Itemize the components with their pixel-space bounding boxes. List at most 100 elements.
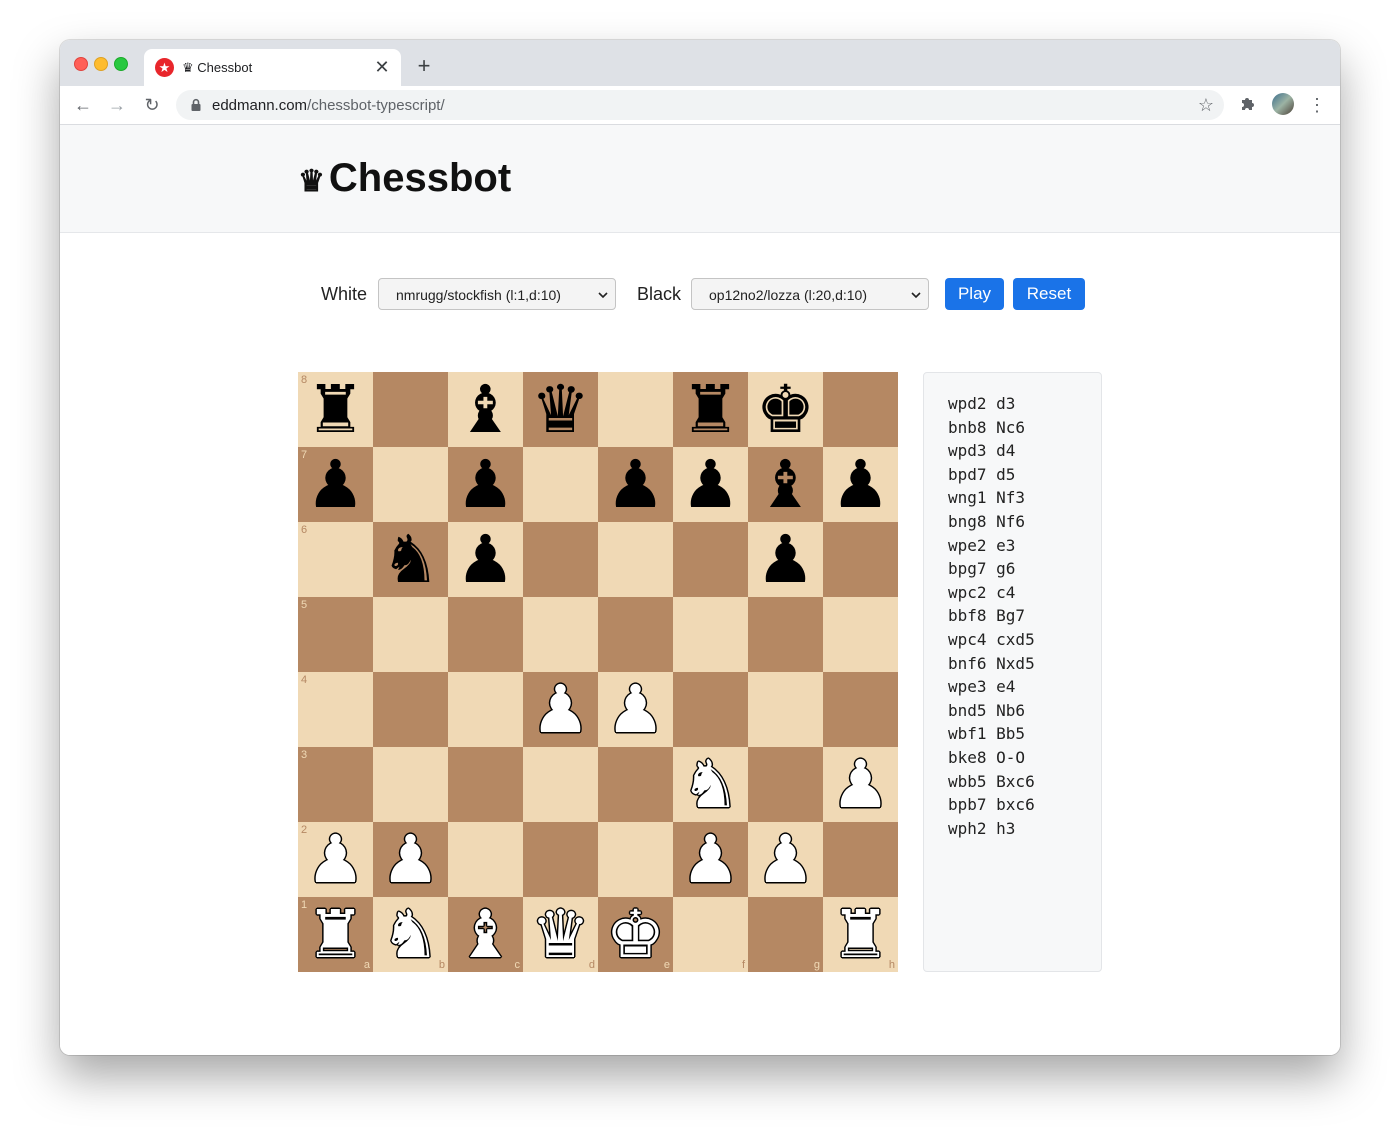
extensions-puzzle-icon[interactable] <box>1238 94 1258 114</box>
square-c1[interactable]: ♝︎ c <box>448 897 523 972</box>
square-d7[interactable] <box>523 447 598 522</box>
white-queen-icon[interactable]: ♛︎ <box>523 897 598 972</box>
black-queen-icon[interactable]: ♛︎ <box>523 372 598 447</box>
square-h8[interactable] <box>823 372 898 447</box>
white-rook-icon[interactable]: ♜︎ <box>823 897 898 972</box>
square-f3[interactable]: ♞︎ <box>673 747 748 822</box>
square-b4[interactable] <box>373 672 448 747</box>
black-knight-icon[interactable]: ♞︎ <box>373 522 448 597</box>
square-d2[interactable] <box>523 822 598 897</box>
square-e1[interactable]: ♚︎ e <box>598 897 673 972</box>
square-h3[interactable]: ♟︎ <box>823 747 898 822</box>
reset-button[interactable]: Reset <box>1013 278 1085 310</box>
white-pawn-icon[interactable]: ♟︎ <box>673 822 748 897</box>
square-f2[interactable]: ♟︎ <box>673 822 748 897</box>
black-king-icon[interactable]: ♚︎ <box>748 372 823 447</box>
square-a6[interactable]: 6 <box>298 522 373 597</box>
square-d6[interactable] <box>523 522 598 597</box>
black-pawn-icon[interactable]: ♟︎ <box>298 447 373 522</box>
square-f8[interactable]: ♜︎ <box>673 372 748 447</box>
black-pawn-icon[interactable]: ♟︎ <box>748 522 823 597</box>
square-h1[interactable]: ♜︎ h <box>823 897 898 972</box>
lock-icon[interactable] <box>189 98 203 112</box>
square-b1[interactable]: ♞︎ b <box>373 897 448 972</box>
black-pawn-icon[interactable]: ♟︎ <box>673 447 748 522</box>
url-text[interactable]: eddmann.com/chessbot-typescript/ <box>212 97 445 114</box>
square-e8[interactable] <box>598 372 673 447</box>
square-g6[interactable]: ♟︎ <box>748 522 823 597</box>
bookmark-star-icon[interactable]: ☆ <box>1198 95 1214 116</box>
square-d3[interactable] <box>523 747 598 822</box>
square-a4[interactable]: 4 <box>298 672 373 747</box>
square-f7[interactable]: ♟︎ <box>673 447 748 522</box>
square-c7[interactable]: ♟︎ <box>448 447 523 522</box>
square-e7[interactable]: ♟︎ <box>598 447 673 522</box>
square-d4[interactable]: ♟︎ <box>523 672 598 747</box>
square-b6[interactable]: ♞︎ <box>373 522 448 597</box>
square-d1[interactable]: ♛︎ d <box>523 897 598 972</box>
square-d8[interactable]: ♛︎ <box>523 372 598 447</box>
square-e4[interactable]: ♟︎ <box>598 672 673 747</box>
square-g2[interactable]: ♟︎ <box>748 822 823 897</box>
square-a1[interactable]: ♜︎ 1 a <box>298 897 373 972</box>
play-button[interactable]: Play <box>945 278 1004 310</box>
address-bar[interactable]: eddmann.com/chessbot-typescript/ ☆ <box>176 90 1224 120</box>
square-c6[interactable]: ♟︎ <box>448 522 523 597</box>
square-f4[interactable] <box>673 672 748 747</box>
square-e2[interactable] <box>598 822 673 897</box>
white-knight-icon[interactable]: ♞︎ <box>373 897 448 972</box>
square-b3[interactable] <box>373 747 448 822</box>
square-b7[interactable] <box>373 447 448 522</box>
black-pawn-icon[interactable]: ♟︎ <box>823 447 898 522</box>
profile-avatar[interactable] <box>1272 93 1294 115</box>
square-a7[interactable]: ♟︎ 7 <box>298 447 373 522</box>
white-pawn-icon[interactable]: ♟︎ <box>748 822 823 897</box>
square-e5[interactable] <box>598 597 673 672</box>
square-b8[interactable] <box>373 372 448 447</box>
square-c2[interactable] <box>448 822 523 897</box>
square-c3[interactable] <box>448 747 523 822</box>
black-engine-select[interactable]: op12no2/lozza (l:20,d:10) <box>691 278 929 310</box>
white-bishop-icon[interactable]: ♝︎ <box>448 897 523 972</box>
square-h7[interactable]: ♟︎ <box>823 447 898 522</box>
white-pawn-icon[interactable]: ♟︎ <box>298 822 373 897</box>
reload-button[interactable]: ↻ <box>139 92 165 118</box>
square-g4[interactable] <box>748 672 823 747</box>
square-c5[interactable] <box>448 597 523 672</box>
minimize-window-button[interactable] <box>94 57 108 71</box>
new-tab-button[interactable]: + <box>412 54 436 78</box>
square-a3[interactable]: 3 <box>298 747 373 822</box>
square-g7[interactable]: ♝︎ <box>748 447 823 522</box>
close-window-button[interactable] <box>74 57 88 71</box>
maximize-window-button[interactable] <box>114 57 128 71</box>
square-g1[interactable]: g <box>748 897 823 972</box>
square-b2[interactable]: ♟︎ <box>373 822 448 897</box>
back-button[interactable]: ← <box>70 92 96 118</box>
square-a2[interactable]: ♟︎ 2 <box>298 822 373 897</box>
square-e6[interactable] <box>598 522 673 597</box>
black-rook-icon[interactable]: ♜︎ <box>298 372 373 447</box>
white-pawn-icon[interactable]: ♟︎ <box>598 672 673 747</box>
black-pawn-icon[interactable]: ♟︎ <box>448 447 523 522</box>
white-engine-select[interactable]: nmrugg/stockfish (l:1,d:10) <box>378 278 616 310</box>
black-bishop-icon[interactable]: ♝︎ <box>448 372 523 447</box>
white-pawn-icon[interactable]: ♟︎ <box>523 672 598 747</box>
tab-chessbot[interactable]: ★ ♛ Chessbot ✕ <box>144 49 401 86</box>
tab-close-icon[interactable]: ✕ <box>373 58 391 76</box>
white-rook-icon[interactable]: ♜︎ <box>298 897 373 972</box>
square-c8[interactable]: ♝︎ <box>448 372 523 447</box>
square-h5[interactable] <box>823 597 898 672</box>
black-rook-icon[interactable]: ♜︎ <box>673 372 748 447</box>
square-g5[interactable] <box>748 597 823 672</box>
forward-button[interactable]: → <box>104 92 130 118</box>
white-knight-icon[interactable]: ♞︎ <box>673 747 748 822</box>
white-king-icon[interactable]: ♚︎ <box>598 897 673 972</box>
square-b5[interactable] <box>373 597 448 672</box>
square-a5[interactable]: 5 <box>298 597 373 672</box>
square-f1[interactable]: f <box>673 897 748 972</box>
white-pawn-icon[interactable]: ♟︎ <box>373 822 448 897</box>
square-g3[interactable] <box>748 747 823 822</box>
square-h4[interactable] <box>823 672 898 747</box>
black-bishop-icon[interactable]: ♝︎ <box>748 447 823 522</box>
chess-board[interactable]: ♜︎ 8 ♝︎ ♛︎ ♜︎ ♚︎ ♟︎ 7 ♟︎ ♟︎ ♟︎ ♝︎ ♟︎ 6 ♞︎ ♟︎ ♟︎ 5 4 ♟︎ ♟︎ 3 ♞︎… <box>298 372 898 972</box>
